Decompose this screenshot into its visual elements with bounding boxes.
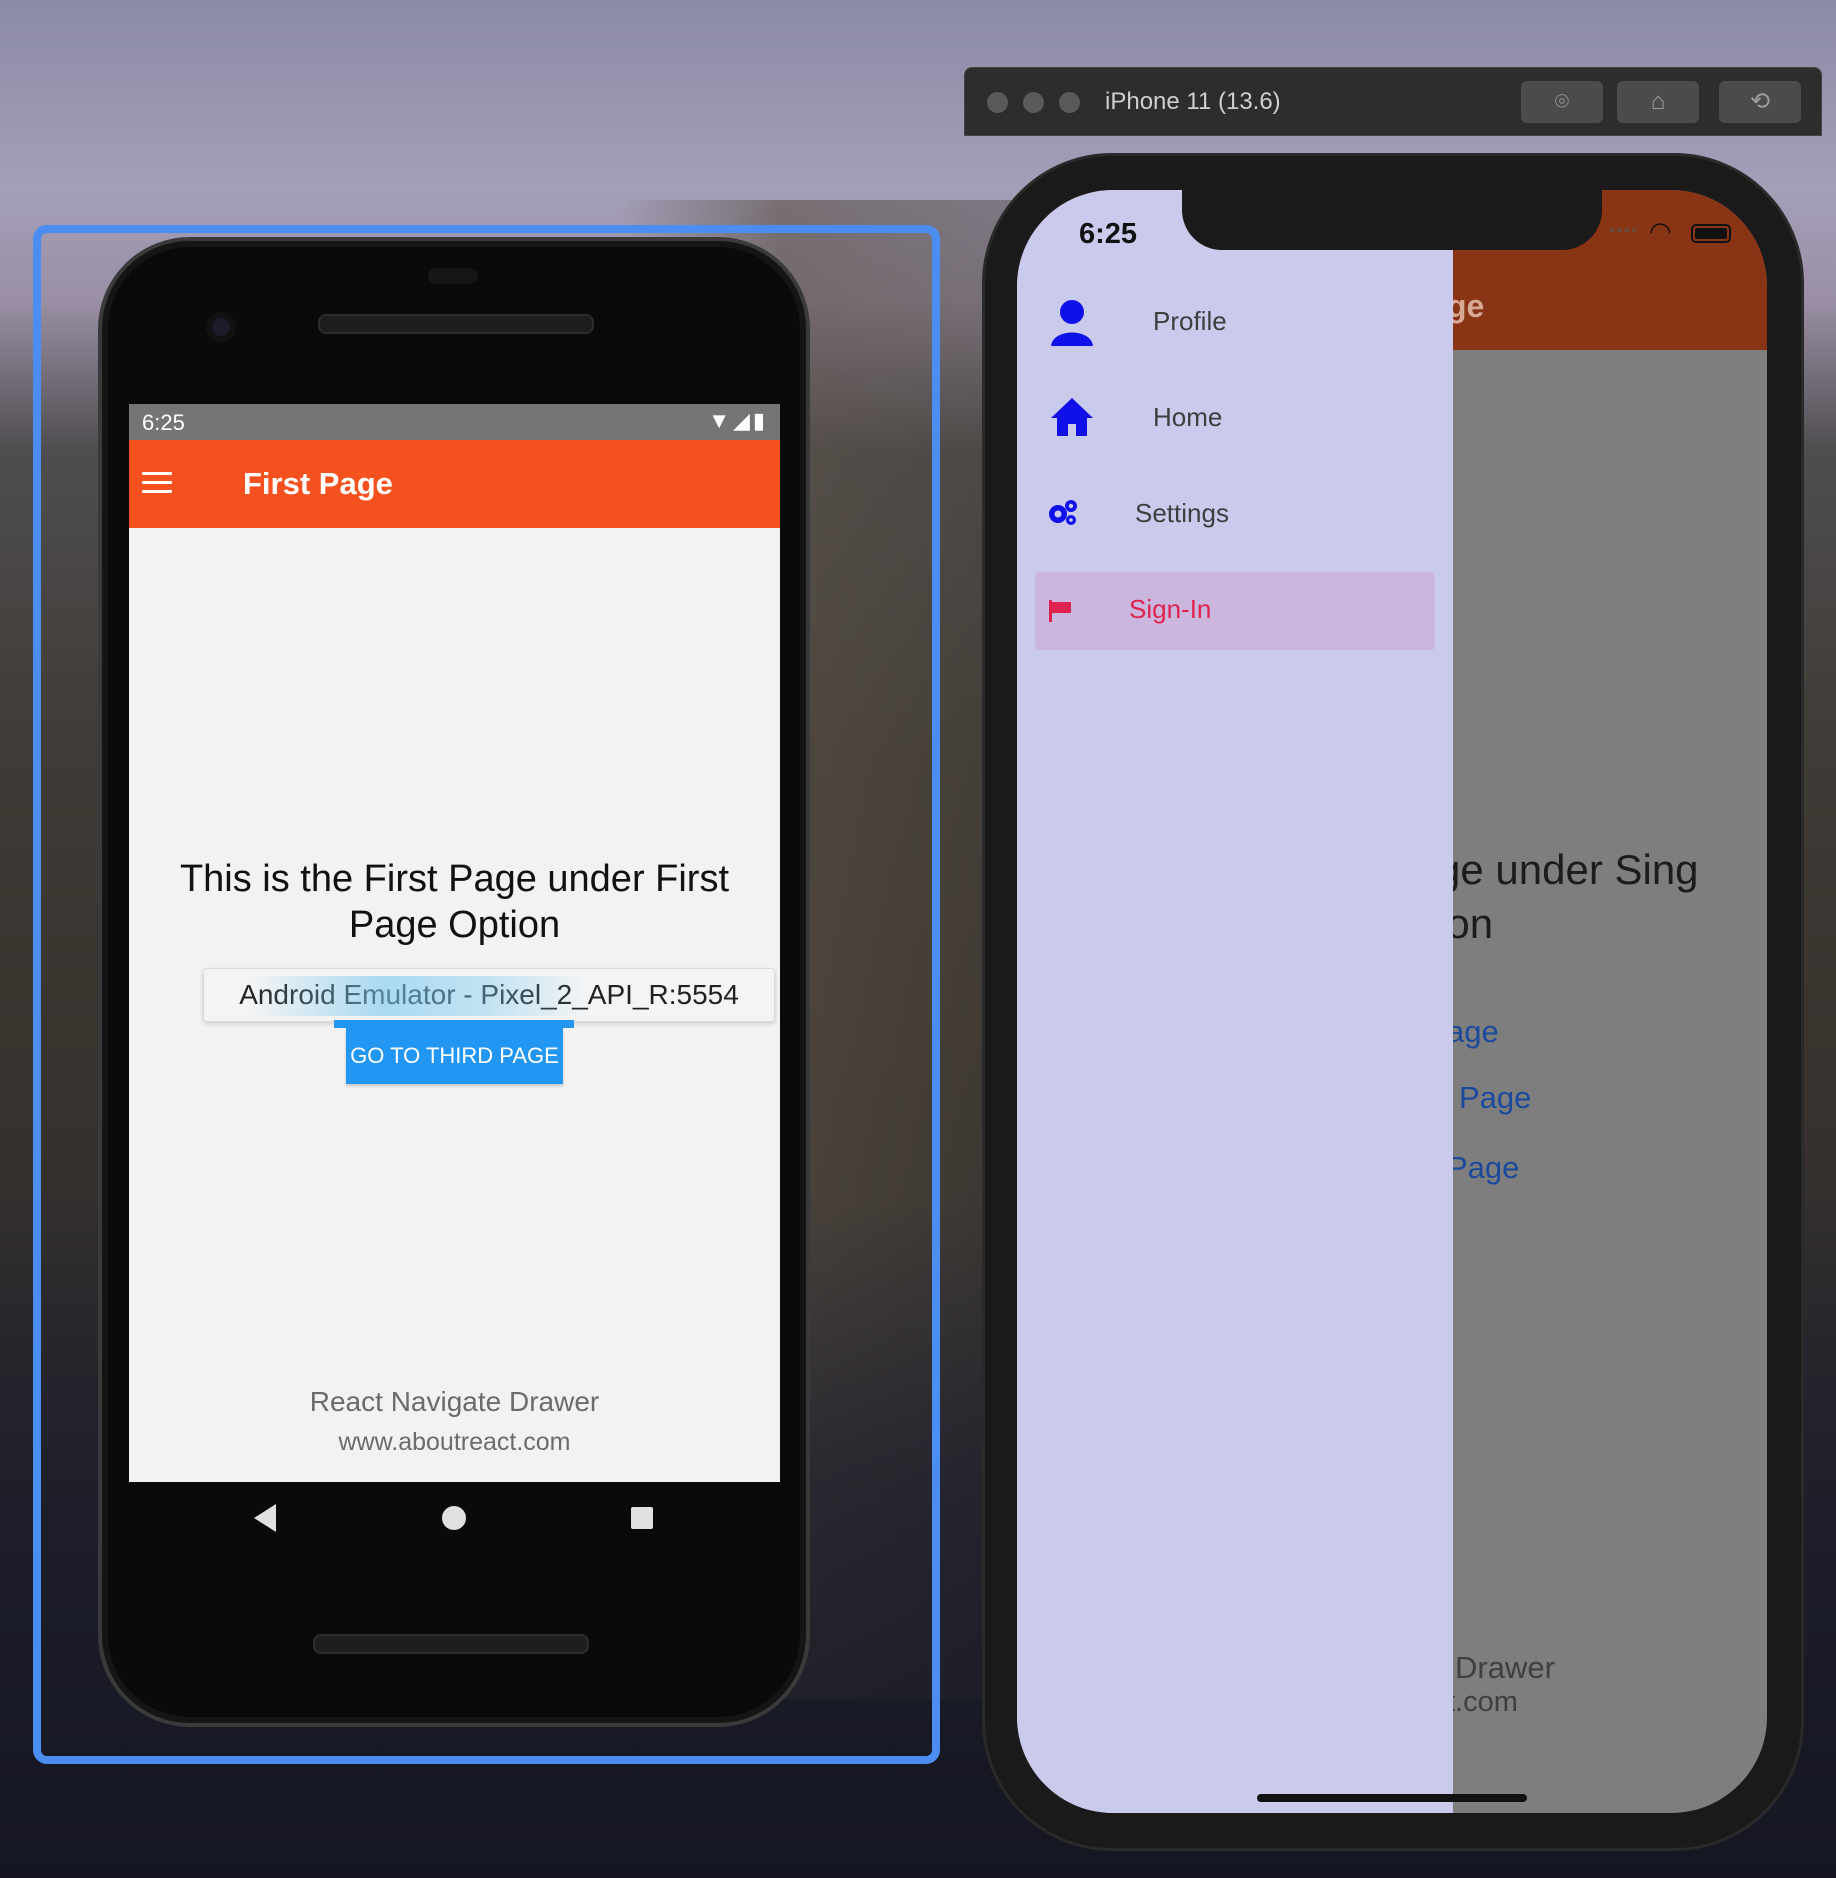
gears-icon [1047, 498, 1079, 531]
drawer-item-label: Profile [1153, 306, 1227, 336]
wifi-icon: ◠ [1649, 216, 1672, 246]
ios-footer-title-partial: Drawer [1455, 1650, 1555, 1685]
ios-footer-url-partial: t.com [1447, 1686, 1518, 1718]
wifi-icon: ▼ [708, 408, 733, 433]
status-icons: ▼◢▮ [708, 408, 768, 434]
go-to-third-page-button[interactable]: GO TO THIRD PAGE [346, 1028, 563, 1084]
drawer-item-profile[interactable]: Profile [1035, 284, 1435, 362]
iphone-screen: ge ge under Sing ion age Page Page Drawe… [1017, 190, 1767, 1813]
signal-icon: ◢ [732, 408, 753, 433]
tooltip-highlight [249, 976, 589, 1016]
drawer-item-label: Sign-In [1129, 594, 1212, 624]
hamburger-icon[interactable] [142, 472, 172, 496]
battery-icon [1691, 224, 1731, 243]
drawer-item-sign-in[interactable]: Sign-In [1035, 572, 1435, 650]
simulator-title: iPhone 11 (13.6) [1105, 88, 1281, 115]
android-speaker-top [318, 314, 594, 334]
window-zoom-button[interactable] [1059, 92, 1080, 113]
page-title: First Page [243, 466, 393, 501]
window-minimize-button[interactable] [1023, 92, 1044, 113]
drawer-item-label: Home [1153, 402, 1223, 432]
recents-icon[interactable] [631, 1507, 653, 1529]
footer-url: www.aboutreact.com [338, 1428, 571, 1456]
button-top-edge [334, 1020, 574, 1028]
signal-icon: •••• [1609, 220, 1639, 240]
window-close-button[interactable] [987, 92, 1008, 113]
home-icon[interactable]: ⌂ [1617, 81, 1699, 123]
flag-icon [1049, 600, 1073, 627]
ios-status-time: 6:25 [1079, 218, 1138, 250]
ios-body-title-line1: ge under Sing [1437, 846, 1699, 893]
user-icon [1049, 298, 1095, 353]
android-screen: 6:25 ▼◢▮ First Page This is the First Pa… [129, 404, 780, 1482]
battery-icon: ▮ [752, 408, 768, 433]
android-camera [206, 312, 236, 342]
back-icon[interactable] [254, 1504, 276, 1532]
ios-link-3[interactable]: Page [1447, 1150, 1519, 1186]
drawer-item-label: Settings [1135, 498, 1229, 528]
home-icon [1049, 394, 1095, 445]
status-time: 6:25 [142, 410, 185, 435]
drawer-item-home[interactable]: Home [1035, 380, 1435, 458]
navigation-drawer: Profile Home Settings Sign-In [1017, 190, 1453, 1813]
home-icon[interactable] [442, 1506, 466, 1530]
rotate-icon[interactable]: ⟲ [1719, 81, 1801, 123]
android-speaker-bottom [313, 1634, 589, 1654]
android-status-bar: 6:25 ▼◢▮ [129, 404, 780, 440]
drawer-item-settings[interactable]: Settings [1035, 476, 1435, 554]
ios-link-1[interactable]: age [1447, 1014, 1499, 1050]
home-indicator[interactable] [1257, 1794, 1527, 1802]
android-nav-bar [129, 1482, 780, 1562]
app-bar: First Page [129, 440, 780, 528]
iphone-notch [1182, 190, 1602, 250]
android-sensor [428, 268, 478, 284]
screenshot-icon[interactable]: ⌾ [1521, 81, 1603, 123]
body-title: This is the First Page under First Page … [179, 858, 730, 946]
footer-title: React Navigate Drawer [309, 1386, 600, 1417]
ios-link-2[interactable]: Page [1459, 1080, 1531, 1116]
simulator-titlebar: iPhone 11 (13.6) ⌾ ⌂ ⟲ [964, 67, 1822, 136]
